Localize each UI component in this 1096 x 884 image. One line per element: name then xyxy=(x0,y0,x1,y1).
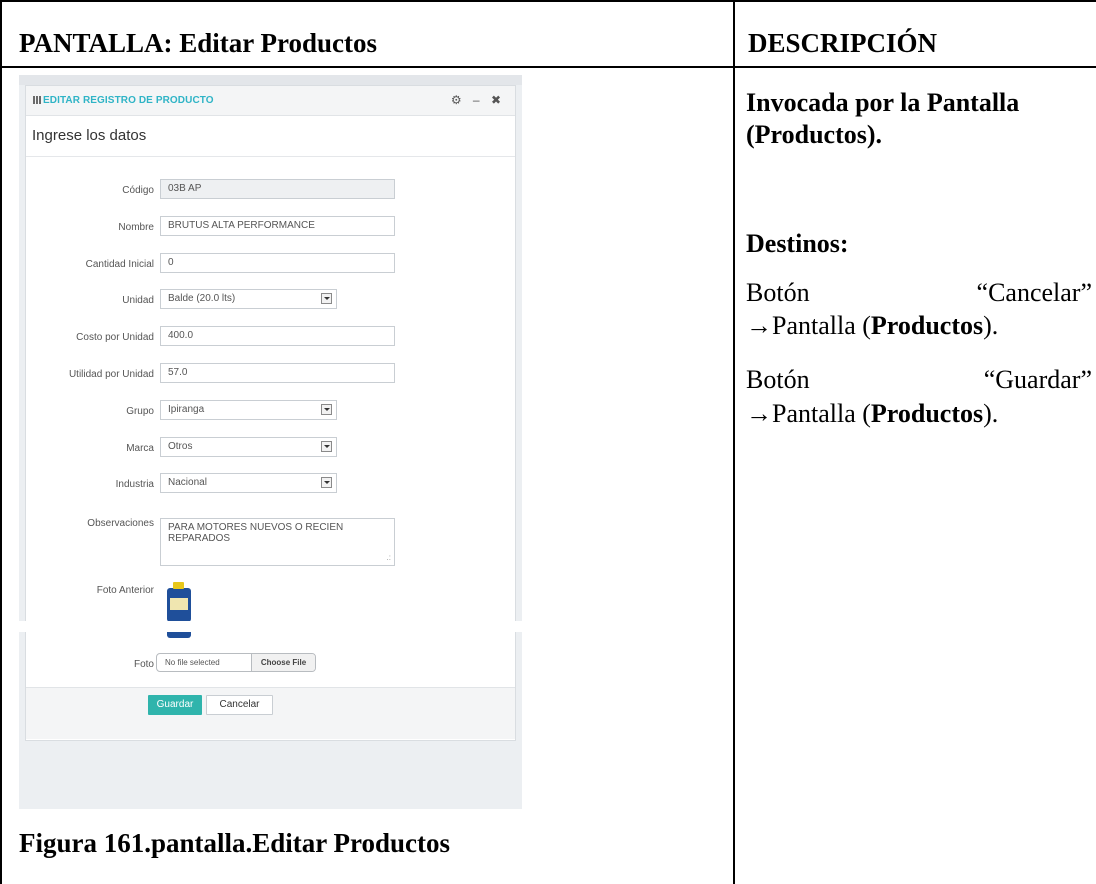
resize-grip-icon[interactable]: .: xyxy=(387,552,391,563)
panel-tools[interactable]: ⚙ – ✖ xyxy=(451,93,505,107)
unidad-label: Unidad xyxy=(122,295,154,306)
destinos-heading: Destinos: xyxy=(746,229,849,258)
cancel-quoted-label: “Cancelar” xyxy=(976,278,1092,307)
industria-select[interactable]: Nacional xyxy=(160,473,337,493)
cancel-boton-word: Botón xyxy=(746,278,810,307)
cantidad-label: Cantidad Inicial xyxy=(85,259,154,270)
chevron-down-icon xyxy=(321,293,332,304)
product-photo xyxy=(165,582,193,622)
table-left-border xyxy=(0,0,2,884)
embedded-screenshot: EDITAR REGISTRO DE PRODUCTO ⚙ – ✖ Ingres… xyxy=(19,75,522,809)
industria-label: Industria xyxy=(115,479,154,490)
cantidad-input[interactable]: 0 xyxy=(160,253,395,273)
foto-anterior-label: Foto Anterior xyxy=(96,585,154,596)
figure-caption: Figura 161.pantalla.Editar Productos xyxy=(19,828,451,858)
observaciones-label: Observaciones xyxy=(87,518,154,529)
nombre-input[interactable]: BRUTUS ALTA PERFORMANCE xyxy=(160,216,395,236)
save-quoted-label: “Guardar” xyxy=(983,365,1092,394)
cancel-destination-line2: →Pantalla (Productos). xyxy=(746,311,999,340)
grupo-label: Grupo xyxy=(126,406,154,417)
arrow-right-icon: → xyxy=(746,399,772,428)
table-header-divider xyxy=(0,66,1096,68)
right-header: DESCRIPCIÓN xyxy=(748,28,938,58)
product-photo-bottom xyxy=(167,632,191,638)
utilidad-label: Utilidad por Unidad xyxy=(68,369,154,380)
observaciones-value: PARA MOTORES NUEVOS O RECIEN REPARADOS xyxy=(168,522,344,544)
utilidad-input[interactable]: 57.0 xyxy=(160,363,395,383)
codigo-label: Código xyxy=(122,185,154,196)
arrow-right-icon: → xyxy=(746,311,772,340)
file-input[interactable]: No file selected Choose File xyxy=(156,653,316,672)
save-button[interactable]: Guardar xyxy=(148,695,202,715)
chevron-down-icon xyxy=(321,441,332,452)
table-top-border xyxy=(0,0,1096,2)
costo-input[interactable]: 400.0 xyxy=(160,326,395,346)
screenshot-crop-gap xyxy=(19,621,522,632)
codigo-input[interactable]: 03B AP xyxy=(160,179,395,199)
edit-product-panel-lower: Foto No file selected Choose File xyxy=(25,632,516,741)
calendar-icon xyxy=(33,96,41,104)
panel-title: EDITAR REGISTRO DE PRODUCTO xyxy=(33,95,214,106)
nombre-label: Nombre xyxy=(118,222,154,233)
marca-select[interactable]: Otros xyxy=(160,437,337,457)
marca-label: Marca xyxy=(126,443,154,454)
grupo-selected-value: Ipiranga xyxy=(168,404,205,415)
costo-label: Costo por Unidad xyxy=(76,332,154,343)
chevron-down-icon xyxy=(321,404,332,415)
table-column-divider xyxy=(733,0,735,884)
choose-file-button[interactable]: Choose File xyxy=(251,654,315,671)
save-destination-line1: Botón “Guardar” xyxy=(746,364,1092,395)
marca-selected-value: Otros xyxy=(168,441,193,452)
invoked-by-line2: (Productos). xyxy=(746,120,883,149)
cancel-button[interactable]: Cancelar xyxy=(206,695,273,715)
unidad-selected-value: Balde (20.0 lts) xyxy=(168,293,236,304)
cancel-destination-line1: Botón “Cancelar” xyxy=(746,277,1092,308)
save-destination-line2: →Pantalla (Productos). xyxy=(746,399,999,428)
chevron-down-icon xyxy=(321,477,332,488)
panel-header: EDITAR REGISTRO DE PRODUCTO ⚙ – ✖ xyxy=(26,86,515,116)
observaciones-textarea[interactable]: PARA MOTORES NUEVOS O RECIEN REPARADOS .… xyxy=(160,518,395,566)
grupo-select[interactable]: Ipiranga xyxy=(160,400,337,420)
no-file-text: No file selected xyxy=(165,658,220,667)
left-header: PANTALLA: Editar Productos xyxy=(19,28,378,58)
screenshot-top-strip xyxy=(19,75,522,85)
industria-selected-value: Nacional xyxy=(168,477,207,488)
panel-subtitle: Ingrese los datos xyxy=(32,127,147,144)
unidad-select[interactable]: Balde (20.0 lts) xyxy=(160,289,337,309)
panel-divider xyxy=(26,156,515,157)
save-boton-word: Botón xyxy=(746,365,810,394)
invoked-by-line1: Invocada por la Pantalla xyxy=(746,88,1020,117)
foto-label: Foto xyxy=(133,659,154,670)
